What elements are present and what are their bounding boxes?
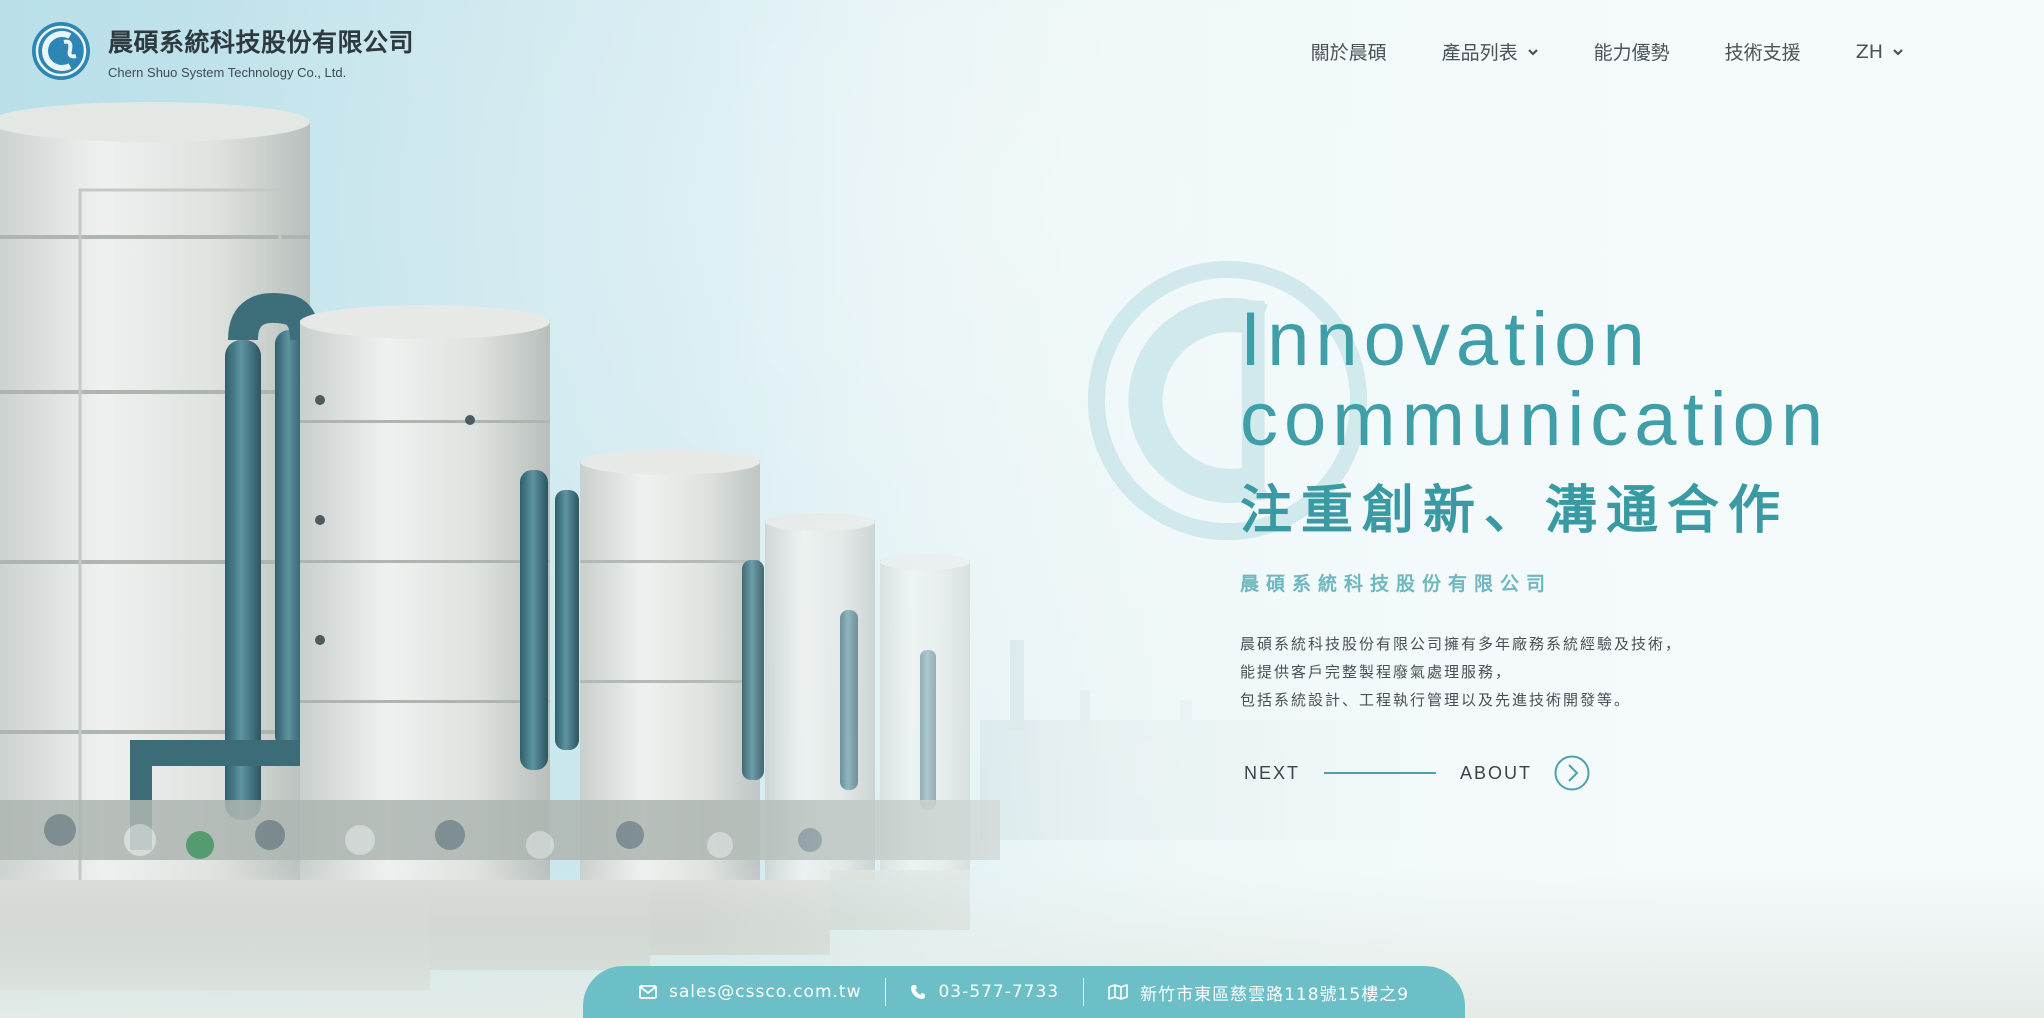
contact-email-text: sales@cssco.com.tw — [668, 982, 862, 1002]
nav-item-support[interactable]: 技術支援 — [1725, 38, 1801, 65]
nav-item-products[interactable]: 產品列表 — [1442, 38, 1539, 65]
slide-navigation: NEXT ABOUT — [1244, 755, 1590, 791]
chevron-down-icon — [1893, 48, 1903, 56]
chevron-down-icon — [1527, 48, 1538, 56]
nav-item-label: 產品列表 — [1441, 42, 1518, 64]
envelope-icon — [639, 985, 657, 999]
nav-item-about[interactable]: 關於晨碩 — [1311, 38, 1387, 65]
contact-phone[interactable]: 03-577-7733 — [886, 982, 1083, 1002]
language-selector[interactable]: ZH — [1856, 41, 1904, 63]
contact-phone-text: 03-577-7733 — [938, 982, 1060, 1002]
main-nav: 關於晨碩 產品列表 能力優勢 技術支援 ZH — [1311, 38, 1904, 65]
next-slide-button[interactable]: NEXT — [1244, 763, 1300, 784]
hero-title-zh: 注重創新、溝通合作 — [1240, 481, 1790, 541]
nav-item-capabilities[interactable]: 能力優勢 — [1594, 38, 1670, 65]
language-label: ZH — [1855, 40, 1883, 63]
brand-name-zh: 晨碩系統科技股份有限公司 — [108, 27, 415, 57]
site-header: 晨碩系統科技股份有限公司 Chern Shuo System Technolog… — [0, 0, 2044, 100]
hero-title-en-line1: Innovation — [1240, 297, 1651, 382]
hero-description-line: 包括系統設計、工程執行管理以及先進技術開發等。 — [1240, 691, 1632, 709]
hero-description: 晨碩系統科技股份有限公司擁有多年廠務系統經驗及技術， 能提供客戶完整製程廢氣處理… — [1240, 630, 1829, 714]
logo-link[interactable]: 晨碩系統科技股份有限公司 Chern Shuo System Technolog… — [30, 20, 414, 82]
slide-progress-line — [1324, 772, 1437, 774]
contact-address-text: 新竹市東區慈雲路118號15樓之9 — [1140, 984, 1410, 1005]
hero-title-en-line2: communication — [1240, 377, 1830, 462]
brand-name-en: Chern Shuo System Technology Co., Ltd. — [108, 64, 347, 80]
brand-text: 晨碩系統科技股份有限公司 Chern Shuo System Technolog… — [108, 23, 414, 80]
contact-email[interactable]: sales@cssco.com.tw — [615, 982, 886, 1002]
hero-content: Innovation communication 注重創新、溝通合作 晨碩系統科… — [1240, 300, 1829, 714]
nav-item-label: 技術支援 — [1724, 42, 1801, 64]
company-logo-icon — [32, 22, 90, 80]
hero-company-name: 晨碩系統科技股份有限公司 — [1240, 573, 1553, 595]
about-link[interactable]: ABOUT — [1460, 763, 1532, 784]
map-icon — [1108, 984, 1128, 1000]
contact-bar: sales@cssco.com.tw 03-577-7733 新竹市東區慈雲路1… — [583, 966, 1465, 1018]
contact-address[interactable]: 新竹市東區慈雲路118號15樓之9 — [1084, 980, 1433, 1005]
hero-section: 晨碩系統科技股份有限公司 Chern Shuo System Technolog… — [0, 0, 2044, 1018]
hero-description-line: 晨碩系統科技股份有限公司擁有多年廠務系統經驗及技術， — [1240, 635, 1683, 653]
nav-item-label: 關於晨碩 — [1310, 42, 1387, 64]
phone-icon — [911, 985, 926, 999]
nav-item-label: 能力優勢 — [1593, 42, 1670, 64]
chevron-right-circle-icon[interactable] — [1554, 755, 1590, 791]
hero-description-line: 能提供客戶完整製程廢氣處理服務， — [1240, 663, 1513, 681]
